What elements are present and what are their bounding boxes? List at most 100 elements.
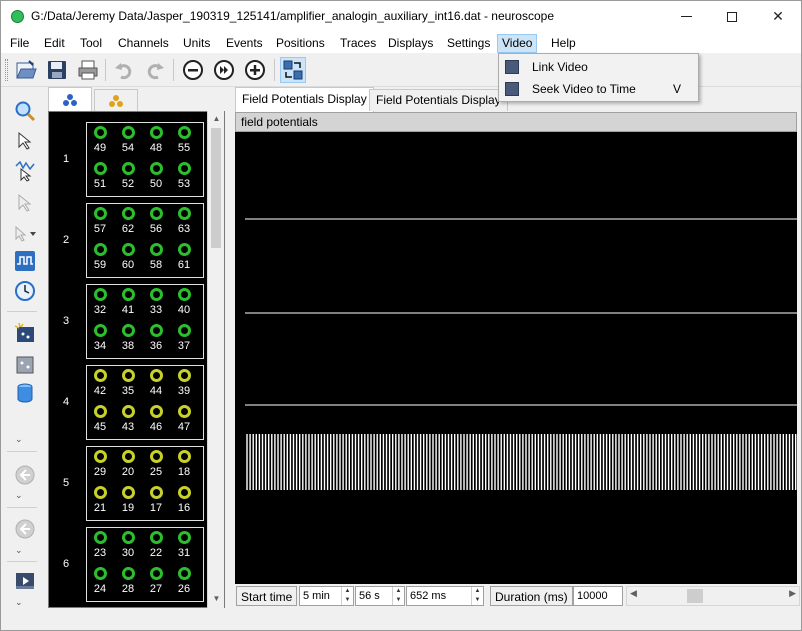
menu-edit[interactable]: Edit [40, 34, 69, 53]
channel-item[interactable]: 47 [170, 405, 198, 433]
more-spikes-chevron-icon[interactable]: ⌄ [15, 545, 23, 556]
menu-units[interactable]: Units [179, 34, 214, 53]
menu-positions[interactable]: Positions [272, 34, 329, 53]
channel-item[interactable]: 17 [142, 486, 170, 514]
menu-file[interactable]: File [6, 34, 33, 53]
channel-item[interactable]: 56 [142, 207, 170, 235]
add-channel-button[interactable] [242, 57, 268, 83]
time-scrollbar[interactable]: ◀ ▶ [626, 586, 800, 606]
select-time-tool-button[interactable] [11, 191, 39, 215]
channel-item[interactable]: 31 [170, 531, 198, 559]
channel-item[interactable]: 27 [142, 567, 170, 595]
channel-item[interactable]: 25 [142, 450, 170, 478]
channel-item[interactable]: 59 [86, 243, 114, 271]
start-milliseconds-spinbox[interactable]: 652 ms ▲ ▼ [406, 586, 484, 606]
save-button[interactable] [44, 57, 70, 83]
menu-tool[interactable]: Tool [76, 34, 106, 53]
more-video-chevron-icon[interactable]: ⌄ [15, 597, 23, 608]
channel-group[interactable]: 57 62 56 63 59 60 58 61 [86, 203, 204, 278]
channel-item[interactable]: 24 [86, 567, 114, 595]
rename-display-button[interactable] [11, 353, 39, 377]
duration-field[interactable]: 10000 [573, 586, 623, 606]
channel-item[interactable]: 21 [86, 486, 114, 514]
menu-video[interactable]: Video [497, 34, 538, 53]
channel-item[interactable]: 20 [114, 450, 142, 478]
open-file-button[interactable] [13, 57, 39, 83]
channel-item[interactable]: 18 [170, 450, 198, 478]
channel-item[interactable]: 26 [170, 567, 198, 595]
scrollbar-thumb[interactable] [211, 128, 221, 248]
more-tools-chevron-icon[interactable]: ⌄ [15, 434, 23, 445]
channel-item[interactable]: 50 [142, 162, 170, 190]
menu-help[interactable]: Help [547, 34, 580, 53]
scroll-down-arrow-icon[interactable]: ▼ [208, 591, 225, 607]
channel-group[interactable]: 42 35 44 39 45 43 46 47 [86, 365, 204, 440]
channel-item[interactable]: 44 [142, 369, 170, 397]
channel-item[interactable]: 34 [86, 324, 114, 352]
channel-item[interactable]: 37 [170, 324, 198, 352]
select-event-tool-button[interactable] [11, 221, 39, 245]
show-hide-button[interactable] [280, 57, 306, 83]
menu-traces[interactable]: Traces [336, 34, 380, 53]
channel-item[interactable]: 29 [86, 450, 114, 478]
channel-item[interactable]: 45 [86, 405, 114, 433]
previous-event-button[interactable] [11, 463, 39, 487]
channel-item[interactable]: 58 [142, 243, 170, 271]
spin-arrows-icon[interactable]: ▲ ▼ [341, 587, 353, 605]
remove-channel-button[interactable] [180, 57, 206, 83]
channel-item[interactable]: 61 [170, 243, 198, 271]
menu-channels[interactable]: Channels [114, 34, 173, 53]
undo-button[interactable] [111, 57, 137, 83]
scroll-up-arrow-icon[interactable]: ▲ [208, 111, 225, 127]
channel-item[interactable]: 60 [114, 243, 142, 271]
time-scrollbar-thumb[interactable] [687, 589, 703, 603]
database-button[interactable] [11, 381, 39, 405]
channel-item[interactable]: 62 [114, 207, 142, 235]
channel-item[interactable]: 39 [170, 369, 198, 397]
menu-displays[interactable]: Displays [384, 34, 437, 53]
menu-settings[interactable]: Settings [443, 34, 494, 53]
redo-button[interactable] [142, 57, 168, 83]
channel-item[interactable]: 55 [170, 126, 198, 154]
zoom-tool-button[interactable] [11, 99, 39, 123]
channel-group[interactable]: 29 20 25 18 21 19 17 16 [86, 446, 204, 521]
channel-item[interactable]: 54 [114, 126, 142, 154]
channel-item[interactable]: 46 [142, 405, 170, 433]
channel-group[interactable]: 49 54 48 55 51 52 50 53 [86, 122, 204, 197]
scroll-right-arrow-icon[interactable]: ▶ [789, 588, 796, 599]
tab-field-potentials-display-2[interactable]: Field Potentials Display [369, 89, 508, 111]
channel-item[interactable]: 53 [170, 162, 198, 190]
channel-group[interactable]: 32 41 33 40 34 38 36 37 [86, 284, 204, 359]
channel-item[interactable]: 63 [170, 207, 198, 235]
channel-item[interactable]: 51 [86, 162, 114, 190]
channel-item[interactable]: 57 [86, 207, 114, 235]
menu-events[interactable]: Events [222, 34, 267, 53]
video-player-button[interactable] [11, 569, 39, 593]
display-settings-button[interactable] [11, 249, 39, 273]
more-events-chevron-icon[interactable]: ⌄ [15, 490, 23, 501]
channel-item[interactable]: 30 [114, 531, 142, 559]
channel-item[interactable]: 48 [142, 126, 170, 154]
channel-item[interactable]: 22 [142, 531, 170, 559]
measure-tool-button[interactable] [11, 159, 39, 183]
channel-item[interactable]: 41 [114, 288, 142, 316]
channel-item[interactable]: 43 [114, 405, 142, 433]
print-button[interactable] [75, 57, 101, 83]
channel-item[interactable]: 32 [86, 288, 114, 316]
close-button[interactable]: ✕ [755, 1, 801, 32]
channel-item[interactable]: 35 [114, 369, 142, 397]
select-tool-button[interactable] [11, 129, 39, 153]
previous-spike-button[interactable] [11, 517, 39, 541]
maximize-button[interactable] [709, 1, 755, 32]
tab-anatomical-groups[interactable] [94, 89, 138, 111]
channel-item[interactable]: 52 [114, 162, 142, 190]
channel-palette-scrollbar[interactable]: ▲ ▼ [207, 111, 224, 608]
channel-item[interactable]: 38 [114, 324, 142, 352]
new-display-button[interactable] [11, 321, 39, 345]
minimize-button[interactable] [663, 1, 709, 32]
spin-arrows-icon[interactable]: ▲ ▼ [392, 587, 404, 605]
traces-view[interactable] [235, 132, 797, 584]
channel-item[interactable]: 49 [86, 126, 114, 154]
channel-item[interactable]: 33 [142, 288, 170, 316]
channel-item[interactable]: 19 [114, 486, 142, 514]
